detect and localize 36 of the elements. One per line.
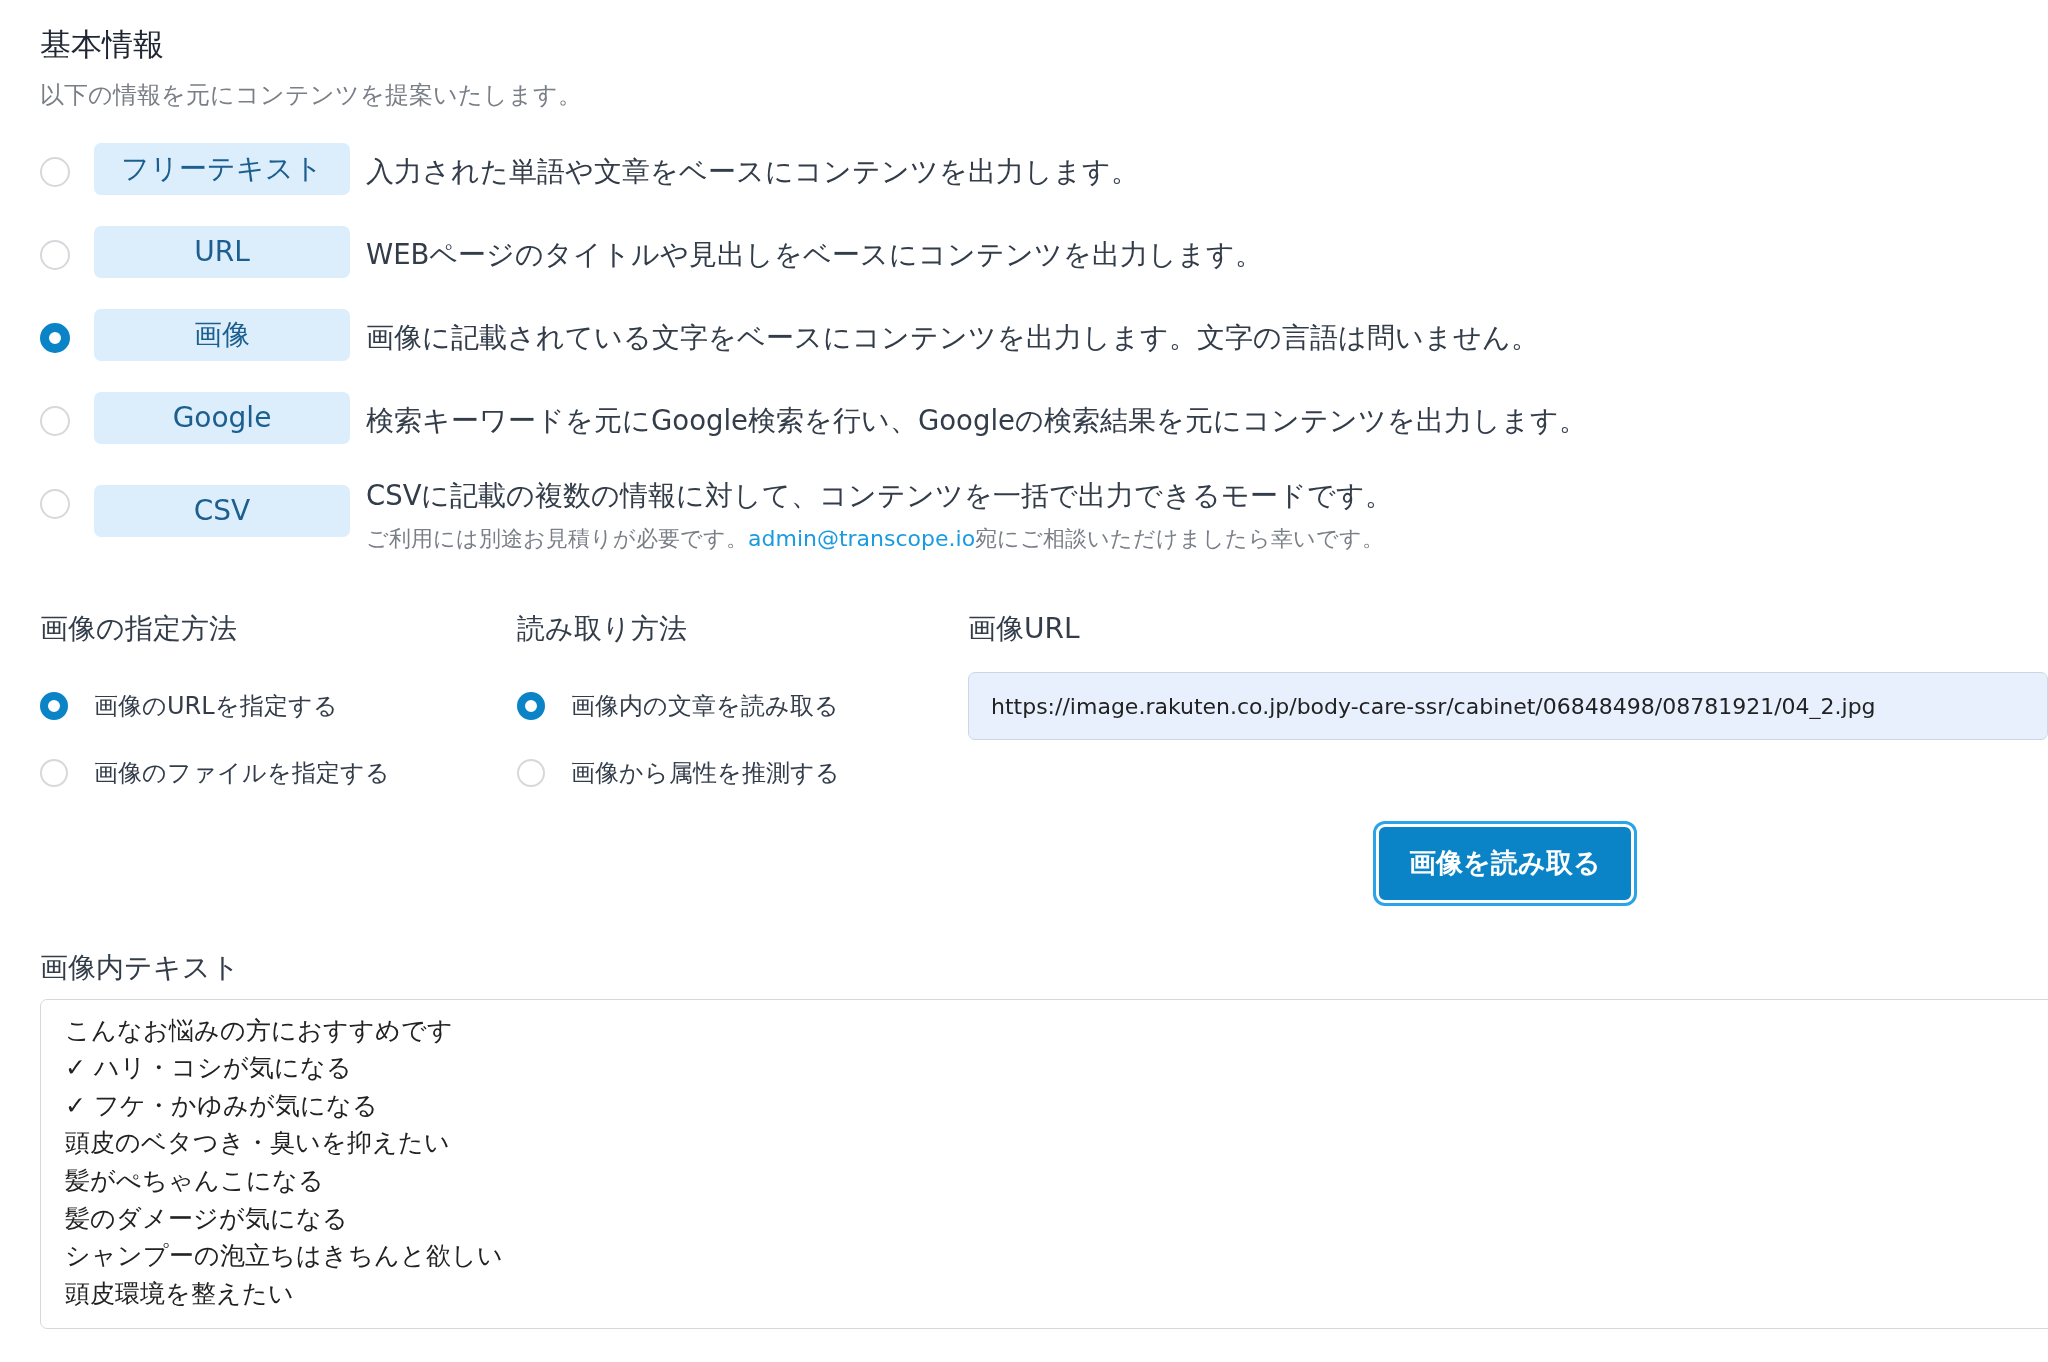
text-line: こんなお悩みの方におすすめです	[65, 1014, 454, 1047]
field-label: 画像内テキスト	[40, 949, 241, 986]
field-label: 読み取り方法	[516, 611, 688, 648]
text-line: 髪のダメージが気になる	[65, 1202, 349, 1235]
field-label: 画像の指定方法	[40, 611, 238, 648]
section-title: 基本情報	[40, 26, 165, 64]
text-line: ✓ ハリ・コシが気になる	[65, 1052, 353, 1085]
option-label: 画像内の文章を読み取る	[570, 690, 839, 722]
text-area[interactable]: こんなお悩みの方におすすめです ✓ ハリ・コシが気になる ✓ フケ・かゆみが気になる 頭皮のベタつき・臭いを抑えたい 髪がぺちゃんこになる 髪のダメージが気になる シャンプーの泡立ちはきちんと欲しい 頭皮環境を整えたい	[40, 998, 2048, 1329]
text-line: ✓ フケ・かゆみが気になる	[65, 1089, 379, 1122]
radio-button[interactable]	[40, 691, 68, 720]
text-line: 頭皮のベタつき・臭いを抑えたい	[65, 1127, 451, 1160]
read-image-button[interactable]: 画像を読み取る	[1376, 824, 1634, 903]
option-label: 画像のファイルを指定する	[94, 757, 390, 789]
mode-description: WEBページのタイトルや見出しをベースにコンテンツを出力します。	[366, 237, 1264, 273]
mode-label[interactable]: CSV	[94, 485, 350, 538]
url-field[interactable]: https://image.rakuten.co.jp/body-care-ssr/cabinet/06848498/08781921/04_2.jpg	[968, 672, 2048, 741]
mode-label[interactable]: 画像	[94, 309, 350, 362]
mode-description: 入力された単語や文章をベースにコンテンツを出力します。	[366, 154, 1139, 190]
option-label: 画像から属性を推測する	[570, 757, 840, 789]
mode-label[interactable]: Google	[94, 392, 350, 445]
text-line: シャンプーの泡立ちはきちんと欲しい	[65, 1240, 504, 1273]
mode-description: CSVに記載の複数の情報に対して、コンテンツを一括で出力できるモードです。	[366, 478, 1394, 514]
text-line: 頭皮環境を整えたい	[65, 1277, 295, 1310]
mode-description: 検索キーワードを元にGoogle検索を行い、Googleの検索結果を元にコンテンツを出力します。	[366, 403, 1587, 439]
mode-label[interactable]: URL	[94, 226, 350, 279]
radio-button[interactable]	[40, 323, 70, 354]
email-link[interactable]: admin@transcope.io	[748, 526, 976, 552]
radio-button[interactable]	[516, 691, 545, 720]
mode-description: 画像に記載されている文字をベースにコンテンツを出力します。文字の言語は問いません。	[366, 320, 1539, 356]
text-line: 髪がぺちゃんこになる	[65, 1165, 325, 1198]
option-label: 画像のURLを指定する	[94, 690, 338, 722]
field-label: 画像URL	[968, 611, 1081, 648]
section-subtitle: 以下の情報を元にコンテンツを提案いたします。	[40, 80, 583, 112]
mode-note: ご利用には別途お見積りが必要です。admin@transcope.io宛にご相談いただけましたら幸いです。	[366, 525, 1386, 554]
mode-label[interactable]: フリーテキスト	[94, 143, 350, 196]
